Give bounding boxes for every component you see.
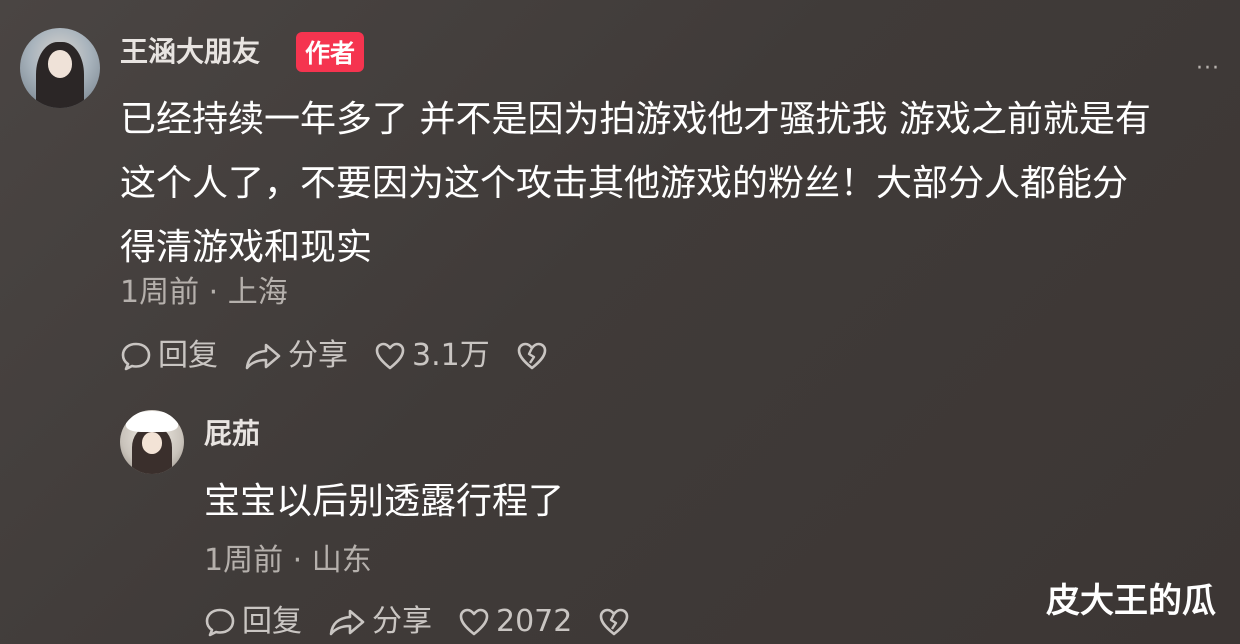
broken-heart-icon bbox=[600, 608, 629, 636]
like-count: 3.1万 bbox=[412, 338, 490, 373]
reply-label: 回复 bbox=[158, 338, 218, 373]
meta-dot: · bbox=[208, 275, 228, 310]
reply-actions: 回复 分享 2072 bbox=[204, 606, 662, 638]
like-count: 2072 bbox=[496, 604, 573, 639]
comment-actions: 回复 分享 3.1万 bbox=[120, 340, 580, 372]
comment-meta: 1周前 · 上海 bbox=[120, 278, 288, 308]
reply-button[interactable]: 回复 bbox=[120, 340, 218, 372]
reply-location: 山东 bbox=[311, 543, 372, 578]
avatar-wanghan[interactable] bbox=[20, 28, 100, 108]
avatar-hat bbox=[126, 411, 178, 432]
share-arrow-icon bbox=[329, 609, 365, 636]
reply-meta: 1周前 · 山东 bbox=[204, 546, 372, 576]
reply-text: 宝宝以后别透露行程了 bbox=[204, 481, 565, 522]
dislike-button[interactable] bbox=[516, 340, 554, 372]
avatar-face bbox=[141, 431, 163, 454]
reply-bubble-icon bbox=[121, 342, 151, 371]
share-label: 分享 bbox=[288, 338, 348, 373]
share-button[interactable]: 分享 bbox=[244, 340, 348, 372]
watermark: 皮大王的瓜 bbox=[1046, 581, 1216, 621]
share-label: 分享 bbox=[372, 604, 432, 639]
comment-text: 已经持续一年多了 并不是因为拍游戏他才骚扰我 游戏之前就是有 这个人了，不要因为… bbox=[120, 99, 1151, 268]
author-badge: 作者 bbox=[296, 32, 364, 72]
share-arrow-icon bbox=[245, 343, 281, 370]
avatar-face bbox=[48, 50, 72, 78]
dislike-button[interactable] bbox=[598, 606, 636, 638]
like-button[interactable]: 3.1万 bbox=[374, 340, 490, 372]
share-button[interactable]: 分享 bbox=[328, 606, 432, 638]
broken-heart-icon bbox=[517, 342, 547, 370]
reply-button[interactable]: 回复 bbox=[204, 606, 302, 638]
comment-time: 1周前 bbox=[120, 275, 200, 310]
reply-time: 1周前 bbox=[204, 543, 284, 578]
reply-author-name[interactable]: 屁茄 bbox=[204, 420, 260, 448]
like-button[interactable]: 2072 bbox=[458, 606, 572, 638]
reply-label: 回复 bbox=[242, 604, 302, 639]
comment-location: 上海 bbox=[227, 275, 288, 310]
avatar-pieqie[interactable] bbox=[120, 410, 184, 474]
meta-dot: · bbox=[292, 543, 312, 578]
comment-author-name[interactable]: 王涵大朋友 bbox=[120, 38, 260, 66]
heart-icon bbox=[459, 608, 489, 636]
heart-icon bbox=[375, 342, 405, 370]
reply-bubble-icon bbox=[205, 608, 235, 637]
more-dots-icon[interactable]: ··· bbox=[1196, 58, 1220, 80]
